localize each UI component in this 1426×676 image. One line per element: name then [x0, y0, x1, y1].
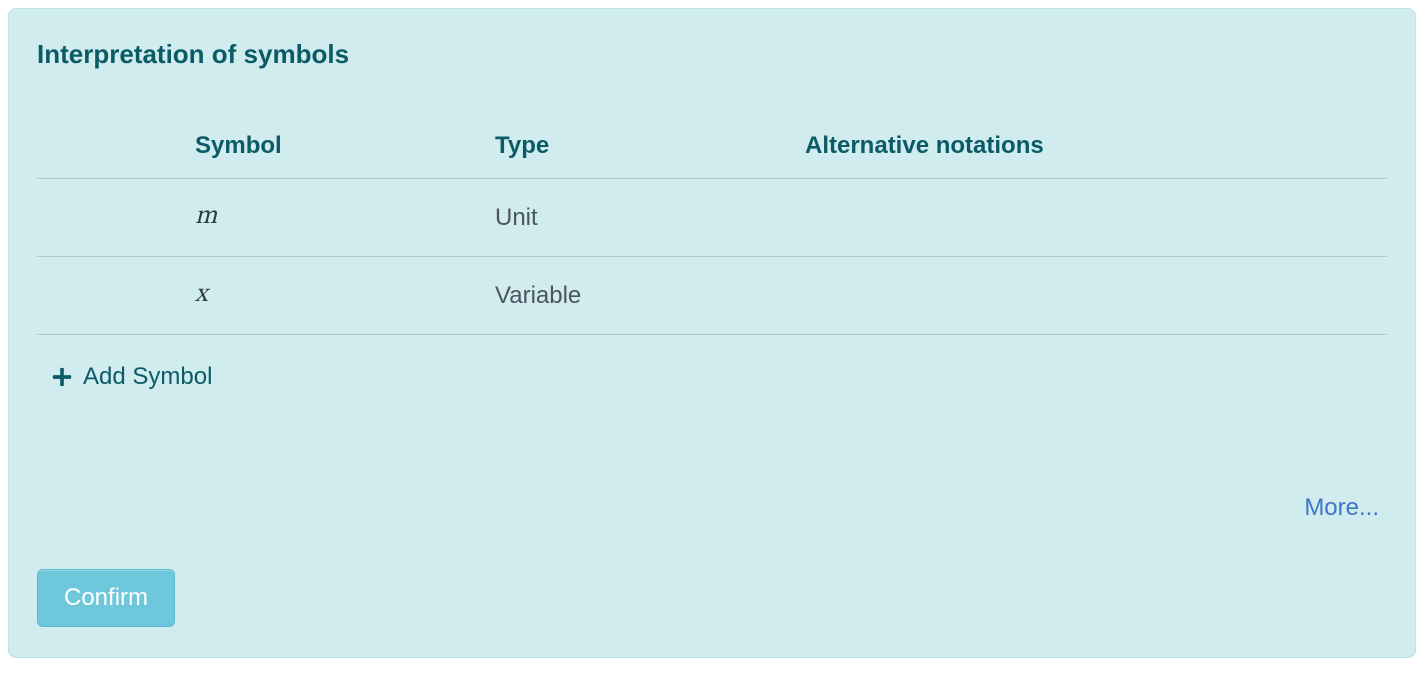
symbols-panel: Interpretation of symbols Symbol Type Al… [8, 8, 1416, 658]
table-header-symbol: Symbol [187, 120, 487, 179]
symbol-glyph: m [195, 204, 217, 230]
table-header-row: Symbol Type Alternative notations [37, 120, 1387, 179]
confirm-button[interactable]: Confirm [37, 569, 175, 627]
symbol-cell: x [187, 257, 487, 335]
add-symbol-button[interactable]: Add Symbol [51, 363, 212, 391]
panel-title: Interpretation of symbols [37, 39, 1387, 70]
alternative-cell [797, 179, 1387, 257]
table-header-type: Type [487, 120, 797, 179]
row-leading-cell [37, 179, 187, 257]
plus-icon [51, 366, 73, 388]
row-leading-cell [37, 257, 187, 335]
symbol-cell: m [187, 179, 487, 257]
table-row[interactable]: x Variable [37, 257, 1387, 335]
symbols-table: Symbol Type Alternative notations m Unit… [37, 120, 1387, 335]
table-header-alternative: Alternative notations [797, 120, 1387, 179]
type-cell: Variable [487, 257, 797, 335]
type-cell: Unit [487, 179, 797, 257]
add-symbol-label: Add Symbol [83, 363, 212, 391]
symbol-glyph: x [195, 282, 207, 308]
more-link[interactable]: More... [1304, 494, 1379, 522]
table-row[interactable]: m Unit [37, 179, 1387, 257]
alternative-cell [797, 257, 1387, 335]
table-header-spacer [37, 120, 187, 179]
